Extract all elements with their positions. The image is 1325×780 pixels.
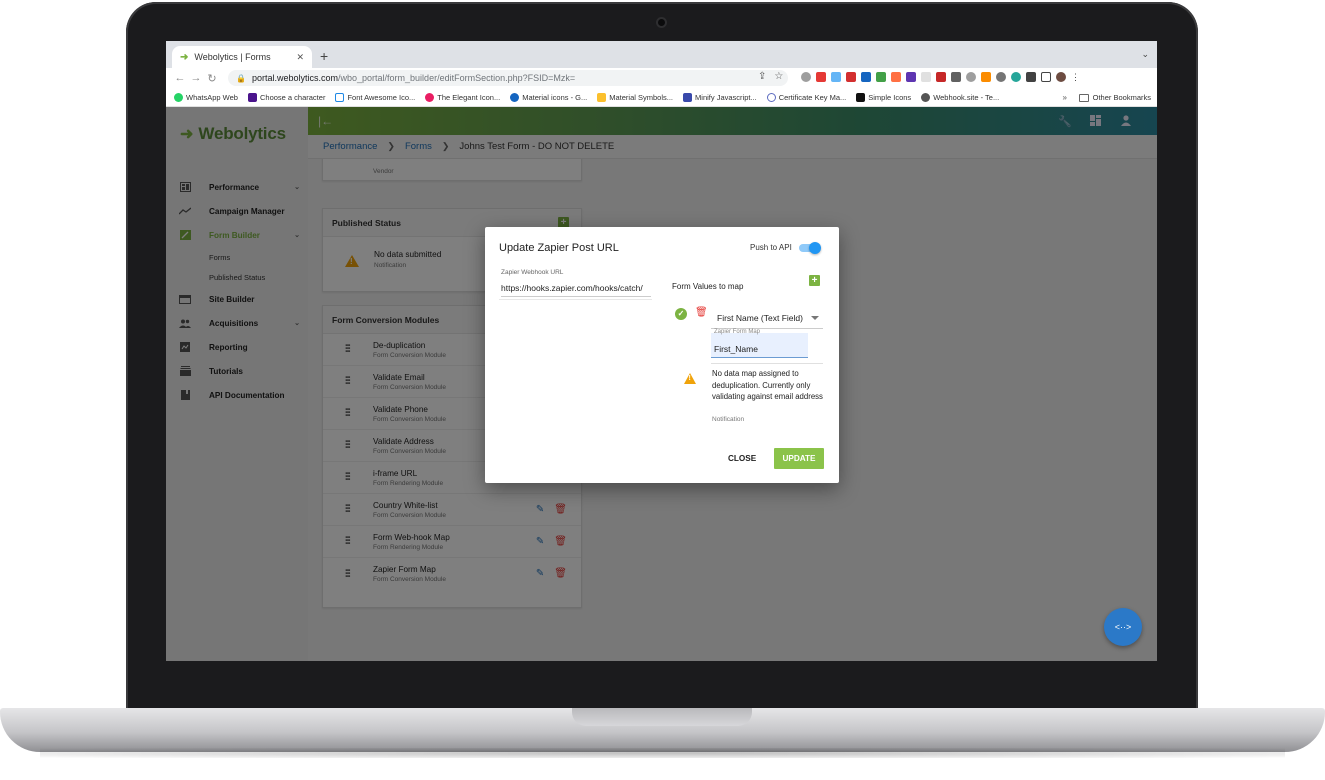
bookmark-item[interactable]: Material Symbols... bbox=[597, 92, 673, 102]
bookmark-item[interactable]: The Elegant Icon... bbox=[425, 92, 500, 102]
camera bbox=[656, 17, 667, 28]
warning-icon bbox=[684, 373, 696, 384]
extension-icon[interactable] bbox=[831, 72, 841, 82]
divider bbox=[499, 299, 652, 300]
bookmark-item[interactable]: WhatsApp Web bbox=[174, 92, 238, 102]
share-icon[interactable]: ⇪ bbox=[758, 71, 766, 82]
sidepanel-icon[interactable] bbox=[1041, 72, 1051, 82]
zapier-modal: Update Zapier Post URL Push to API Zapie… bbox=[485, 227, 839, 483]
flag-icon bbox=[335, 92, 345, 102]
lock-icon: 🔒 bbox=[236, 73, 246, 83]
webolytics-favicon-icon: ➜ bbox=[180, 51, 189, 63]
add-form-value-button[interactable]: + bbox=[809, 275, 820, 286]
bookmark-item[interactable]: Choose a character bbox=[247, 92, 325, 102]
push-to-api-label: Push to API bbox=[750, 243, 792, 252]
puzzle-icon[interactable] bbox=[1026, 72, 1036, 82]
address-bar[interactable]: 🔒 portal.webolytics.com/wbo_portal/form_… bbox=[228, 70, 788, 86]
trash-icon[interactable]: 🗑 bbox=[695, 307, 708, 318]
extension-icon[interactable] bbox=[846, 72, 856, 82]
simple-icons-icon bbox=[856, 92, 866, 102]
laptop-shadow bbox=[40, 748, 1285, 758]
extension-icon[interactable] bbox=[1011, 72, 1021, 82]
whatsapp-icon bbox=[174, 92, 183, 102]
back-arrow-icon[interactable]: ← bbox=[172, 72, 188, 84]
form-field-select[interactable]: First Name (Text Field) bbox=[711, 307, 823, 329]
notification-sub: Notification bbox=[712, 416, 745, 423]
extension-icon[interactable] bbox=[981, 72, 991, 82]
material-symbols-icon bbox=[597, 92, 607, 102]
modal-title: Update Zapier Post URL bbox=[499, 242, 619, 254]
extension-icon[interactable] bbox=[936, 72, 946, 82]
chevron-down-icon[interactable]: ⌄ bbox=[1141, 49, 1149, 60]
extension-icon[interactable] bbox=[801, 72, 811, 82]
code-fab-button[interactable]: <··> bbox=[1104, 608, 1142, 646]
forward-arrow-icon[interactable]: → bbox=[188, 72, 204, 84]
extension-icon[interactable] bbox=[861, 72, 871, 82]
url-path: /wbo_portal/form_builder/editFormSection… bbox=[338, 73, 576, 83]
dropdown-arrow-icon bbox=[811, 316, 819, 320]
screen: ➜ Webolytics | Forms ✕ + ⌄ ← → ↻ 🔒 porta… bbox=[166, 41, 1157, 661]
url-host: portal.webolytics.com bbox=[251, 73, 339, 83]
extension-icon[interactable] bbox=[876, 72, 886, 82]
browser-toolbar: ← → ↻ 🔒 portal.webolytics.com/wbo_portal… bbox=[166, 68, 1157, 88]
extension-icon[interactable] bbox=[996, 72, 1006, 82]
extension-icon[interactable] bbox=[891, 72, 901, 82]
check-circle-icon: ✓ bbox=[675, 308, 687, 320]
material-icon bbox=[510, 92, 520, 102]
close-button[interactable]: CLOSE bbox=[728, 454, 756, 463]
laptop-notch bbox=[572, 708, 752, 726]
tab-strip: ➜ Webolytics | Forms ✕ + ⌄ bbox=[166, 41, 1157, 68]
folder-icon bbox=[1078, 93, 1089, 102]
bookmarks-more[interactable]: » bbox=[1063, 93, 1067, 102]
toggle-knob bbox=[809, 242, 821, 254]
omnibox-icons: ⇪ ☆ bbox=[758, 71, 783, 82]
bookmarks-bar: WhatsApp Web Choose a character Font Awe… bbox=[166, 88, 1157, 107]
extension-icon[interactable] bbox=[816, 72, 826, 82]
certificate-icon bbox=[766, 92, 776, 102]
browser-tab[interactable]: ➜ Webolytics | Forms ✕ bbox=[172, 46, 312, 68]
chat-icon bbox=[247, 92, 257, 102]
avatar[interactable] bbox=[1056, 72, 1066, 82]
extension-icon[interactable] bbox=[906, 72, 916, 82]
extensions-bar: ⋮ bbox=[801, 72, 1080, 82]
webhook-url-input[interactable] bbox=[501, 279, 651, 297]
zapier-form-map-input[interactable] bbox=[711, 333, 808, 358]
zapier-form-map-label: Zapier Form Map bbox=[714, 329, 761, 335]
tab-title: Webolytics | Forms bbox=[194, 52, 271, 62]
form-values-title: Form Values to map bbox=[672, 282, 744, 291]
extension-icon[interactable] bbox=[966, 72, 976, 82]
extension-icon[interactable] bbox=[951, 72, 961, 82]
push-to-api-toggle[interactable] bbox=[799, 242, 821, 254]
bookmark-item[interactable]: Simple Icons bbox=[856, 92, 911, 102]
kebab-menu-icon[interactable]: ⋮ bbox=[1071, 72, 1080, 82]
update-button[interactable]: UPDATE bbox=[774, 448, 824, 469]
elegant-icon bbox=[425, 92, 435, 102]
extension-icon[interactable] bbox=[921, 72, 931, 82]
close-icon[interactable]: ✕ bbox=[296, 52, 304, 63]
bookmark-item[interactable]: Certificate Key Ma... bbox=[766, 92, 846, 102]
other-bookmarks[interactable]: Other Bookmarks bbox=[1078, 93, 1151, 102]
webhook-icon bbox=[921, 92, 931, 102]
notification-text: No data map assigned to deduplication. C… bbox=[712, 369, 823, 402]
reload-icon[interactable]: ↻ bbox=[204, 72, 220, 85]
bookmark-item[interactable]: Font Awesome Ico... bbox=[335, 92, 415, 102]
new-tab-icon[interactable]: + bbox=[320, 48, 328, 64]
bookmark-item[interactable]: Webhook.site - Te... bbox=[921, 92, 999, 102]
minify-icon bbox=[683, 92, 693, 102]
webhook-url-label: Zapier Webhook URL bbox=[501, 269, 564, 276]
divider bbox=[711, 363, 823, 364]
bookmark-item[interactable]: Minify Javascript... bbox=[683, 92, 757, 102]
bookmark-item[interactable]: Material icons - G... bbox=[510, 92, 587, 102]
star-icon[interactable]: ☆ bbox=[774, 71, 783, 82]
